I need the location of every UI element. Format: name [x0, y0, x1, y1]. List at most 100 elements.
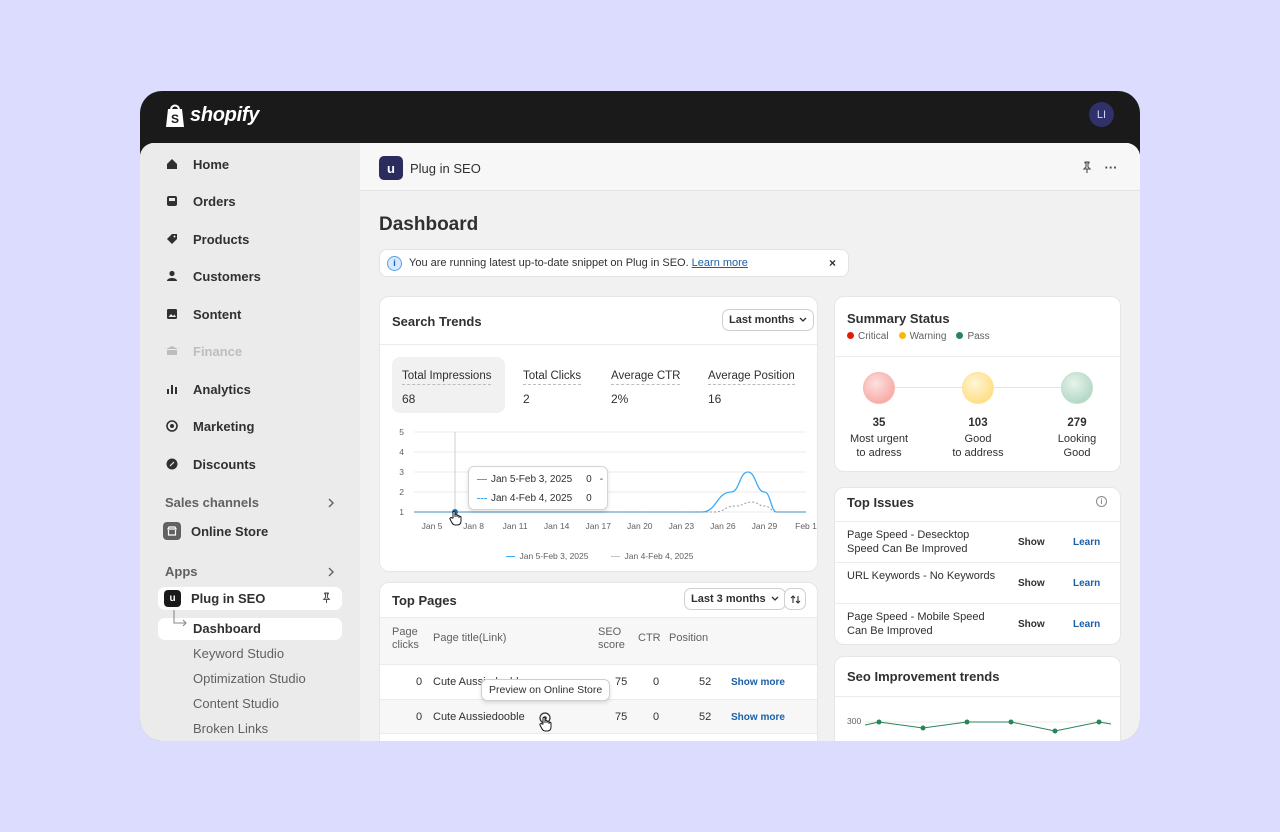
- sidebar-item-customers[interactable]: Customers: [165, 266, 261, 286]
- sidebar-item-label: Sontent: [193, 306, 242, 322]
- search-trends-title: Search Trends: [392, 314, 482, 329]
- show-button[interactable]: Show: [1018, 537, 1045, 548]
- y-tick-label: 2: [399, 487, 404, 497]
- sidebar-item-home[interactable]: Home: [165, 154, 229, 174]
- legend-swatch: [505, 555, 515, 557]
- tooltip-value: 0: [586, 493, 592, 504]
- x-tick-label: Jan 8: [463, 521, 484, 531]
- issue-row: Page Speed - Mobile Speed Can Be Improve…: [835, 603, 1120, 644]
- hand-cursor-icon: [539, 716, 552, 732]
- info-icon: i: [387, 255, 402, 271]
- x-tick-label: Jan 14: [544, 521, 570, 531]
- data-point: [964, 719, 970, 725]
- legend-label: Jan 4-Feb 4, 2025: [624, 551, 694, 561]
- top-bar: S shopify LI: [140, 91, 1140, 143]
- bar-chart-icon: [165, 382, 179, 396]
- cell-position: 52: [699, 711, 712, 723]
- sidebar-item-online-store[interactable]: Online Store: [163, 521, 268, 541]
- stat-label: Good: [1063, 447, 1091, 459]
- warning-indicator: [962, 372, 994, 404]
- top-pages-card: Top Pages Last 3 months Page clicks Page…: [379, 582, 818, 741]
- sidebar-item-label: Marketing: [193, 418, 255, 434]
- range-label: Last 3 months: [691, 593, 766, 605]
- sidebar-item-plug-in-seo[interactable]: u Plug in SEO: [158, 587, 342, 610]
- show-more-link[interactable]: Show more: [731, 712, 785, 723]
- banner-learn-more-link[interactable]: Learn more: [692, 257, 748, 269]
- sidebar-item-marketing[interactable]: Marketing: [165, 416, 254, 436]
- seo-trends-chart: [864, 719, 1112, 734]
- sidebar-subitem-dashboard[interactable]: Dashboard: [193, 621, 261, 636]
- more-actions-icon[interactable]: ···: [1103, 159, 1119, 175]
- page-title: Dashboard: [379, 214, 479, 235]
- series-swatch: [477, 498, 487, 499]
- x-tick-label: Jan 20: [627, 521, 653, 531]
- shopify-logo[interactable]: S shopify: [164, 102, 259, 128]
- top-pages-range-select[interactable]: Last 3 months: [684, 588, 786, 610]
- metric-total-impressions[interactable]: Total Impressions 68: [392, 357, 505, 413]
- sidebar-subitem-keyword-studio[interactable]: Keyword Studio: [193, 646, 284, 661]
- apps-section[interactable]: Apps: [165, 564, 335, 579]
- show-more-link[interactable]: Show more: [731, 677, 785, 688]
- cell-title[interactable]: Cute Aussiedooble: [433, 711, 525, 723]
- sidebar-subitem-optimization-studio[interactable]: Optimization Studio: [193, 671, 306, 686]
- legend-label: Jan 5-Feb 3, 2025: [519, 551, 589, 561]
- legend-swatch: [610, 555, 620, 557]
- metric-average-ctr[interactable]: Average CTR 2%: [601, 357, 691, 413]
- learn-link[interactable]: Learn: [1073, 537, 1100, 548]
- issue-row: Page Speed - Desecktop Speed Can Be Impr…: [835, 521, 1120, 562]
- sidebar-subitem-broken-links[interactable]: Broken Links: [193, 721, 268, 736]
- metric-label: Average Position: [708, 370, 795, 385]
- show-button[interactable]: Show: [1018, 619, 1045, 630]
- sidebar-item-products[interactable]: Products: [165, 229, 249, 249]
- inbox-icon: [165, 194, 179, 208]
- sidebar-item-sontent[interactable]: Sontent: [165, 304, 241, 324]
- close-icon[interactable]: ×: [829, 256, 836, 270]
- data-point: [1008, 719, 1014, 725]
- metric-average-position[interactable]: Average Position 16: [698, 357, 808, 413]
- cell-seo: 75: [615, 711, 628, 723]
- tooltip-extra: -: [599, 474, 604, 485]
- sidebar-item-discounts[interactable]: Discounts: [165, 454, 256, 474]
- avatar[interactable]: LI: [1089, 102, 1114, 127]
- tooltip-value: 0: [586, 474, 592, 485]
- metric-value: 2: [523, 392, 530, 406]
- show-button[interactable]: Show: [1018, 578, 1045, 589]
- table-row[interactable]: 0 Cute Aussiedooble 75 0 52 Show more: [380, 700, 817, 734]
- sidebar-item-label: Orders: [193, 193, 236, 209]
- top-issues-card: Top Issues i Page Speed - Desecktop Spee…: [834, 487, 1121, 645]
- chevron-down-icon: [771, 596, 779, 601]
- sort-icon: [790, 594, 800, 604]
- issue-row: URL Keywords - No Keywords Show Learn: [835, 562, 1120, 603]
- section-label: Sales channels: [165, 495, 259, 510]
- metric-total-clicks[interactable]: Total Clicks 2: [513, 357, 598, 413]
- info-icon[interactable]: i: [1096, 496, 1107, 507]
- banner-text: You are running latest up-to-date snippe…: [409, 257, 689, 269]
- tooltip-label: Jan 4-Feb 4, 2025: [491, 493, 573, 504]
- issue-title: Page Speed - Mobile Speed Can Be Improve…: [847, 611, 985, 637]
- stat-warning: 103 Good to address: [938, 416, 1018, 460]
- sidebar-subitem-content-studio[interactable]: Content Studio: [193, 696, 279, 711]
- cell-clicks: 0: [416, 676, 423, 688]
- learn-link[interactable]: Learn: [1073, 578, 1100, 589]
- sidebar-item-label: Customers: [193, 268, 261, 284]
- cell-seo: 75: [615, 676, 628, 688]
- y-tick-label: 5: [399, 427, 404, 437]
- pin-icon[interactable]: [321, 592, 332, 604]
- app-header: u Plug in SEO ···: [360, 143, 1140, 191]
- col-page-clicks: Page clicks: [392, 626, 419, 651]
- pin-icon[interactable]: [1079, 159, 1095, 175]
- sales-channels-section[interactable]: Sales channels: [165, 495, 335, 510]
- sidebar-item-analytics[interactable]: Analytics: [165, 379, 251, 399]
- x-tick-label: Feb 1: [795, 521, 817, 531]
- cell-ctr: 0: [653, 711, 660, 723]
- sidebar-item-orders[interactable]: Orders: [165, 191, 236, 211]
- app-logo-icon: u: [164, 590, 181, 607]
- learn-link[interactable]: Learn: [1073, 619, 1100, 630]
- sort-button[interactable]: [784, 588, 806, 610]
- divider: [835, 696, 1120, 697]
- legend-pass: Pass: [956, 331, 990, 342]
- tree-connector-icon: [173, 610, 187, 627]
- search-trends-card: Search Trends Last months Total Impressi…: [379, 296, 818, 572]
- search-trends-range-select[interactable]: Last months: [722, 309, 815, 331]
- sidebar-item-finance[interactable]: Finance: [165, 341, 242, 361]
